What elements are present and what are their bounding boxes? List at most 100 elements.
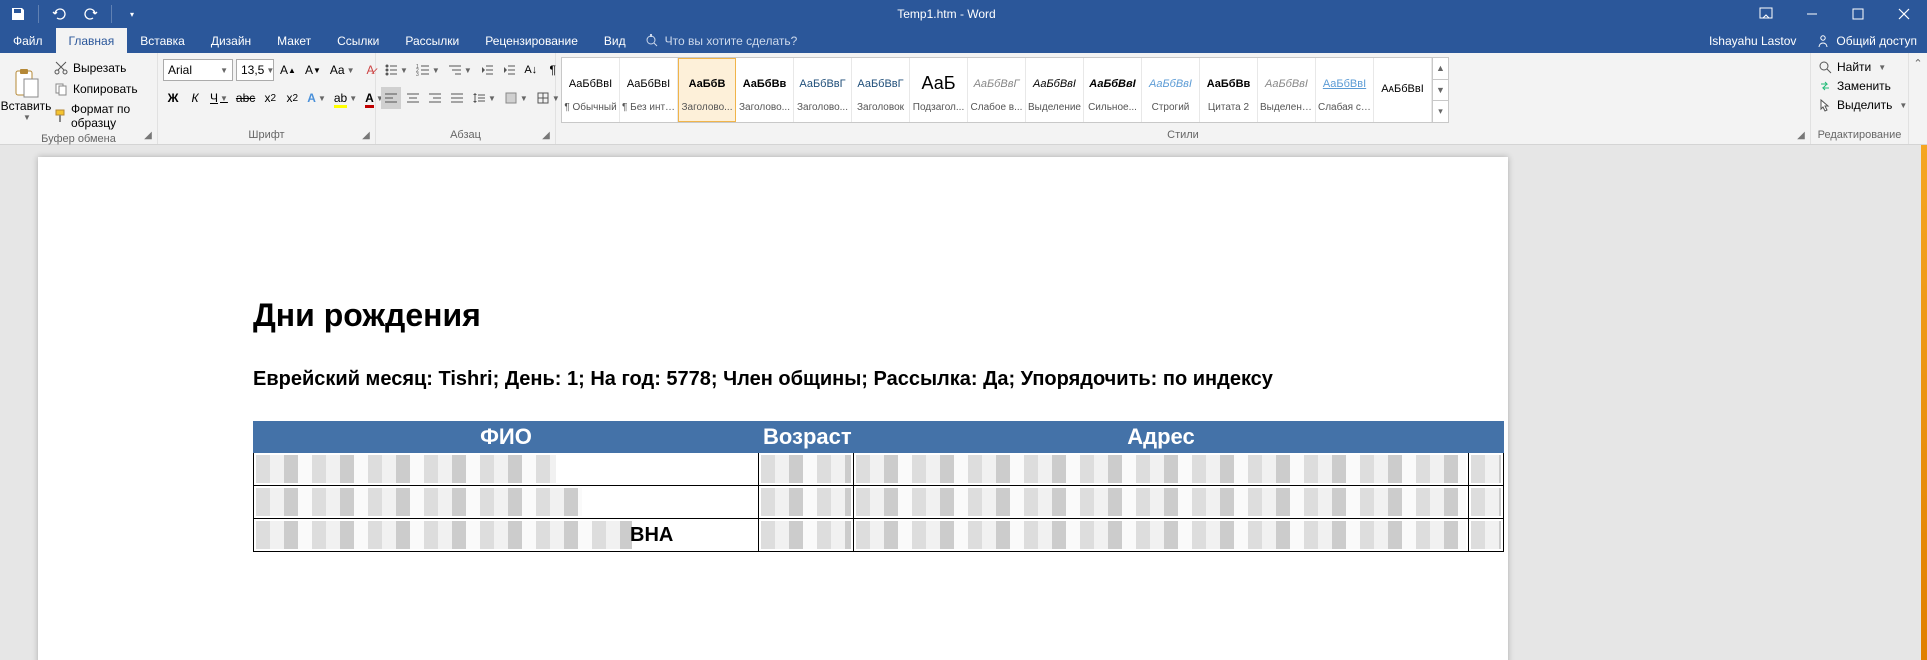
clipboard-launcher[interactable]: ◢ [141, 128, 155, 142]
styles-launcher[interactable]: ◢ [1794, 128, 1808, 142]
style-item[interactable]: АаБбВвIСлабая сс... [1316, 58, 1374, 122]
tab-layout[interactable]: Макет [264, 28, 324, 53]
maximize-button[interactable] [1835, 0, 1881, 28]
paragraph-launcher[interactable]: ◢ [539, 128, 553, 142]
style-item[interactable]: АаБбВЗаголово... [678, 58, 736, 122]
group-styles: АаБбВвI¶ ОбычныйАаБбВвI¶ Без инте...АаБб… [556, 53, 1811, 144]
change-case-button[interactable]: Aa▼ [327, 59, 358, 81]
redo-button[interactable] [79, 2, 103, 26]
tell-me-search[interactable]: Что вы хотите сделать? [645, 28, 798, 53]
tab-references[interactable]: Ссылки [324, 28, 392, 53]
tab-design[interactable]: Дизайн [198, 28, 264, 53]
cut-label: Вырезать [73, 61, 126, 75]
collapse-ribbon-button[interactable]: ⌃ [1909, 53, 1927, 144]
close-button[interactable] [1881, 0, 1927, 28]
ribbon-options-button[interactable] [1743, 0, 1789, 28]
style-preview: АаБбВвГ [970, 68, 1023, 100]
style-item[interactable]: АаБбВвI¶ Без инте... [620, 58, 678, 122]
style-label: Строгий [1144, 100, 1197, 113]
bullets-button[interactable]: ▼ [381, 59, 411, 81]
style-item[interactable]: АаБбВвЗаголово... [736, 58, 794, 122]
numbering-button[interactable]: 123▼ [413, 59, 443, 81]
style-label: ¶ Без инте... [622, 100, 675, 113]
font-family-select[interactable]: Arial▼ [163, 59, 233, 81]
style-item[interactable]: АаБбВвIСильное... [1084, 58, 1142, 122]
justify-button[interactable] [447, 87, 467, 109]
share-button[interactable]: Общий доступ [1806, 28, 1927, 53]
shading-button[interactable]: ▼ [501, 87, 531, 109]
qat-customize-button[interactable]: ▾ [120, 2, 144, 26]
tab-file[interactable]: Файл [0, 28, 56, 53]
style-preview: АаБбВвI [622, 68, 675, 100]
italic-button[interactable]: К [185, 87, 205, 109]
data-table: ФИО Возраст Адрес ВНА [253, 421, 1504, 552]
highlight-button[interactable]: ab▼ [331, 87, 360, 109]
ribbon-tabs: Файл Главная Вставка Дизайн Макет Ссылки… [0, 28, 1927, 53]
copy-button[interactable]: Копировать [51, 80, 152, 98]
select-button[interactable]: Выделить▼ [1816, 97, 1909, 113]
partial-text: ВНА [630, 524, 673, 546]
shrink-font-button[interactable]: A▼ [302, 59, 324, 81]
increase-indent-button[interactable] [499, 59, 519, 81]
grow-font-button[interactable]: A▲ [277, 59, 299, 81]
sort-button[interactable]: A↓ [521, 59, 541, 81]
style-item[interactable]: АаБбВвГЗаголовок [852, 58, 910, 122]
style-item[interactable]: АаБПодзагол... [910, 58, 968, 122]
tab-home[interactable]: Главная [56, 28, 128, 53]
style-gallery: АаБбВвI¶ ОбычныйАаБбВвI¶ Без инте...АаБб… [561, 57, 1449, 123]
undo-button[interactable] [47, 2, 71, 26]
cut-button[interactable]: Вырезать [51, 59, 152, 77]
style-label: Слабое в... [970, 100, 1023, 113]
gallery-up[interactable]: ▲ [1433, 58, 1448, 79]
bold-button[interactable]: Ж [163, 87, 183, 109]
tab-review[interactable]: Рецензирование [472, 28, 591, 53]
gallery-down[interactable]: ▼ [1433, 79, 1448, 101]
multilevel-button[interactable]: ▼ [445, 59, 475, 81]
style-item[interactable]: АаБбВвIВыделенн... [1258, 58, 1316, 122]
copy-icon [53, 81, 69, 97]
tab-insert[interactable]: Вставка [127, 28, 198, 53]
paste-button[interactable]: Вставить ▼ [5, 57, 47, 131]
group-font: Arial▼ 13,5▼ A▲ A▼ Aa▼ A̷ Ж К Ч▼ abc x2 … [158, 53, 376, 144]
align-right-button[interactable] [425, 87, 445, 109]
style-item[interactable]: АаБбВвЦитата 2 [1200, 58, 1258, 122]
style-item[interactable]: АᴀБбВвI [1374, 58, 1432, 122]
tab-mailings[interactable]: Рассылки [392, 28, 472, 53]
style-item[interactable]: АаБбВвIСтрогий [1142, 58, 1200, 122]
align-center-button[interactable] [403, 87, 423, 109]
minimize-button[interactable] [1789, 0, 1835, 28]
style-label [1376, 105, 1429, 107]
underline-button[interactable]: Ч▼ [207, 87, 231, 109]
format-painter-button[interactable]: Формат по образцу [51, 101, 152, 131]
style-item[interactable]: АаБбВвIВыделение [1026, 58, 1084, 122]
style-item[interactable]: АаБбВвГСлабое в... [968, 58, 1026, 122]
col-name: ФИО [254, 422, 759, 453]
style-label: Заголовок [854, 100, 907, 113]
find-button[interactable]: Найти▼ [1816, 59, 1909, 75]
strikethrough-button[interactable]: abc [233, 87, 258, 109]
user-name[interactable]: Ishayahu Lastov [1699, 28, 1806, 53]
style-item[interactable]: АаБбВвI¶ Обычный [562, 58, 620, 122]
tell-me-placeholder: Что вы хотите сделать? [665, 34, 798, 48]
table-header-row: ФИО Возраст Адрес [254, 422, 1504, 453]
text-effects-button[interactable]: A▼ [304, 87, 329, 109]
save-button[interactable] [6, 2, 30, 26]
tab-view[interactable]: Вид [591, 28, 639, 53]
superscript-button[interactable]: x2 [282, 87, 302, 109]
decrease-indent-button[interactable] [477, 59, 497, 81]
style-item[interactable]: АаБбВвГЗаголово... [794, 58, 852, 122]
line-spacing-button[interactable]: ▼ [469, 87, 499, 109]
font-size-select[interactable]: 13,5▼ [236, 59, 274, 81]
document-area[interactable]: Дни рождения Еврейский месяц: Tishri; Де… [0, 145, 1927, 660]
style-label: Выделение [1028, 100, 1081, 113]
window-controls [1743, 0, 1927, 28]
style-preview: АаБбВвГ [796, 68, 849, 100]
replace-button[interactable]: Заменить [1816, 78, 1909, 94]
align-left-button[interactable] [381, 87, 401, 109]
group-label-editing: Редактирование [1816, 127, 1903, 144]
svg-text:3: 3 [416, 72, 419, 77]
subscript-button[interactable]: x2 [260, 87, 280, 109]
table-row [254, 453, 1504, 486]
font-launcher[interactable]: ◢ [359, 128, 373, 142]
gallery-more[interactable]: ▾ [1433, 100, 1448, 122]
